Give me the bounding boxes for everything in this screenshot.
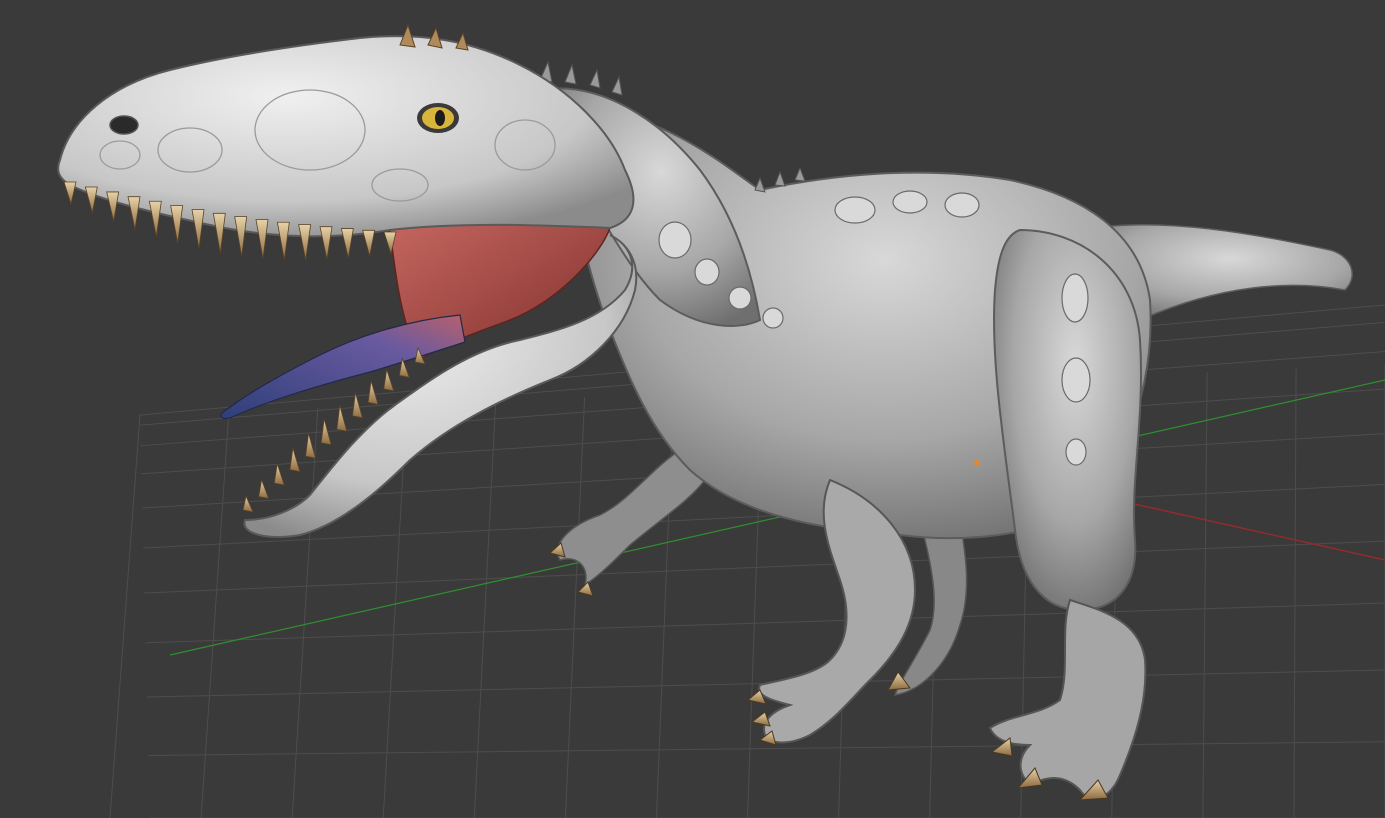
tooth bbox=[289, 447, 301, 473]
grid-line bbox=[200, 411, 230, 818]
grid-line bbox=[109, 414, 141, 818]
tooth bbox=[191, 209, 205, 249]
dinosaur-model[interactable] bbox=[57, 23, 1353, 801]
tooth bbox=[362, 229, 376, 257]
tooth bbox=[258, 478, 270, 500]
tooth bbox=[340, 228, 354, 259]
head-spikes bbox=[399, 23, 469, 51]
tooth bbox=[234, 216, 248, 257]
grid-line bbox=[1293, 368, 1297, 818]
tooth bbox=[170, 205, 184, 244]
origin-marker bbox=[974, 460, 980, 466]
tooth bbox=[273, 463, 285, 486]
grid-line bbox=[1202, 372, 1208, 818]
eye bbox=[417, 103, 459, 133]
grid-line bbox=[473, 400, 497, 818]
tooth bbox=[383, 369, 395, 392]
grid-line bbox=[148, 741, 1385, 756]
tooth bbox=[242, 494, 254, 513]
tooth bbox=[319, 226, 333, 260]
tooth bbox=[84, 186, 98, 213]
tooth bbox=[63, 181, 77, 206]
tooth bbox=[212, 212, 226, 254]
grid-line bbox=[145, 602, 1385, 644]
tooth bbox=[367, 380, 379, 405]
tooth bbox=[276, 221, 290, 260]
tooth bbox=[305, 432, 317, 459]
nostril bbox=[109, 115, 139, 135]
tooth bbox=[148, 200, 162, 237]
near-leg bbox=[988, 598, 1147, 800]
grid-line bbox=[564, 397, 586, 818]
tooth bbox=[127, 196, 141, 230]
viewport-canvas[interactable] bbox=[0, 0, 1385, 818]
tooth bbox=[255, 219, 269, 259]
tooth bbox=[298, 224, 312, 261]
grid-line bbox=[144, 540, 1385, 594]
tooth bbox=[106, 191, 120, 222]
3d-viewport[interactable] bbox=[0, 0, 1385, 818]
